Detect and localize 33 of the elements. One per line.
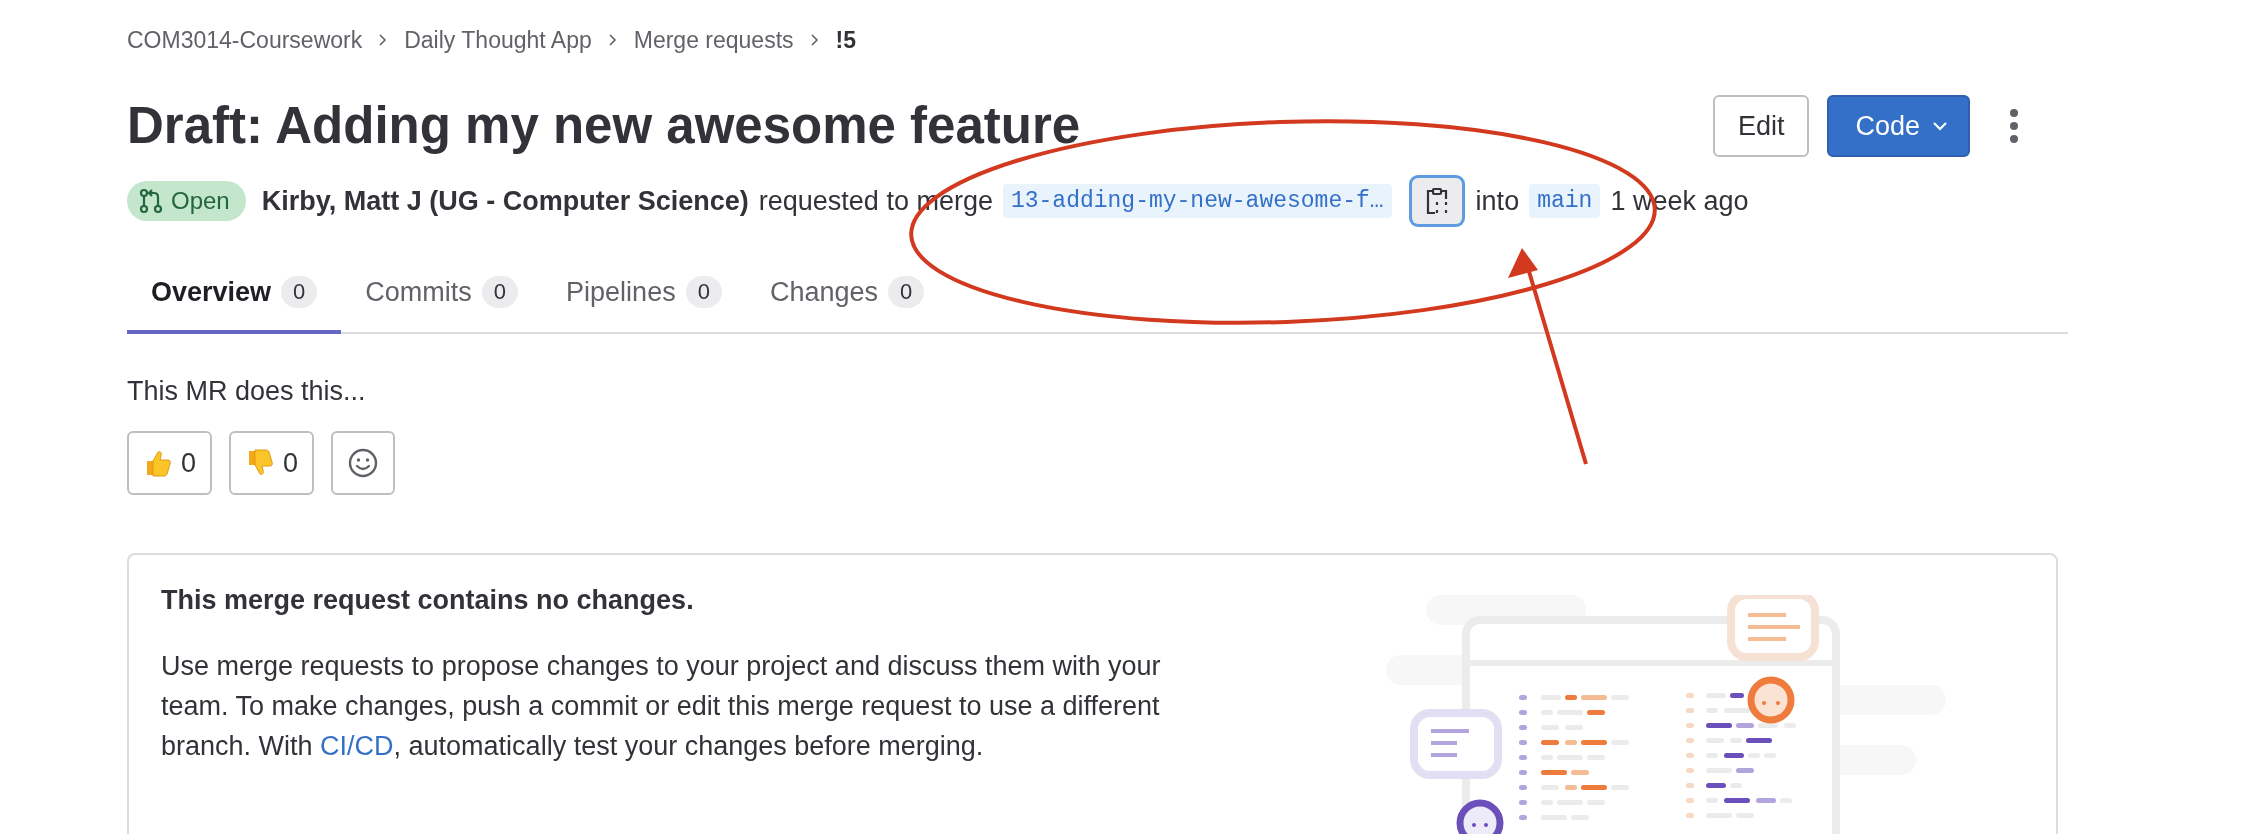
copy-branch-button[interactable] xyxy=(1411,178,1462,224)
source-branch-link[interactable]: 13-adding-my-new-awesome-f… xyxy=(1002,184,1392,218)
count-badge: 0 xyxy=(685,276,722,308)
empty-state-text: Use merge requests to propose changes to your project and discuss them with your team. To make changes, push a commit or edit this merge request to use a different branch. With CI/CD, automatically test your changes before merging. xyxy=(161,650,1162,763)
description-text: This MR does this... xyxy=(127,376,367,407)
page-title: Draft: Adding my new awesome feature xyxy=(127,96,1081,156)
kebab-icon xyxy=(2009,108,2019,144)
breadcrumb-link[interactable]: !5 xyxy=(835,26,856,54)
meta-text: into xyxy=(1475,185,1520,217)
breadcrumb-link[interactable]: COM3014-Coursework xyxy=(127,26,363,54)
empty-state-heading: This merge request contains no changes. xyxy=(161,585,695,616)
ci-cd-link[interactable]: CI/CD xyxy=(320,731,394,761)
tab[interactable]: Pipelines 0 xyxy=(542,258,746,334)
reaction-button[interactable]: 0 xyxy=(229,431,315,495)
status-badge: Open xyxy=(127,181,246,221)
count-badge: 0 xyxy=(888,276,925,308)
count-badge: 0 xyxy=(481,276,519,308)
target-branch-link[interactable]: main xyxy=(1529,184,1601,218)
count-badge: 0 xyxy=(281,276,318,308)
merge-request-icon xyxy=(139,188,163,214)
tab[interactable]: Commits 0 xyxy=(341,258,543,334)
tab[interactable]: Changes 0 xyxy=(745,258,949,334)
code-button[interactable]: Code xyxy=(1827,95,1970,157)
tab[interactable]: Overview 0 xyxy=(127,258,342,334)
add-reaction-button[interactable] xyxy=(331,431,396,495)
breadcrumb-link[interactable]: Daily Thought App xyxy=(404,26,592,54)
reaction-button[interactable]: 0 xyxy=(127,431,213,495)
smiley-icon xyxy=(347,447,380,479)
author-name: Kirby, Matt J (UG - Computer Science) xyxy=(261,185,749,217)
clipboard-icon xyxy=(1424,187,1449,215)
breadcrumb-link[interactable]: Merge requests xyxy=(633,26,794,54)
edit-button[interactable]: Edit xyxy=(1712,95,1810,157)
chevron-down-icon xyxy=(1932,121,1948,131)
